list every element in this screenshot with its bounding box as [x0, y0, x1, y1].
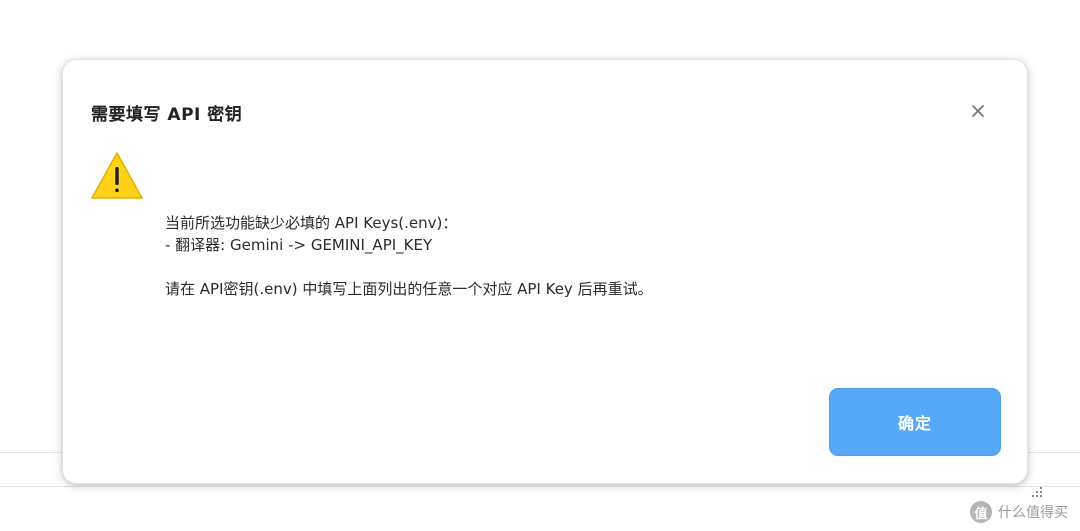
- message-line-missing-keys: 当前所选功能缺少必填的 API Keys(.env)：: [165, 214, 458, 232]
- message-instruction: 请在 API密钥(.env) 中填写上面列出的任意一个对应 API Key 后再…: [165, 280, 653, 298]
- watermark: 值 什么值得买: [970, 501, 1068, 523]
- dialog-message: 当前所选功能缺少必填的 API Keys(.env)： - 翻译器: Gemin…: [165, 212, 653, 300]
- background-divider: [0, 486, 1080, 487]
- warning-triangle-icon: [89, 150, 145, 202]
- close-button[interactable]: [965, 98, 991, 124]
- ok-button[interactable]: 确定: [829, 388, 1001, 456]
- watermark-text: 什么值得买: [998, 505, 1068, 521]
- close-icon: [972, 105, 984, 117]
- api-key-required-dialog: 需要填写 API 密钥 当前所选功能缺少必填的 API Keys(.env)： …: [62, 59, 1028, 484]
- watermark-logo: 值: [970, 501, 992, 523]
- message-line-translator: - 翻译器: Gemini -> GEMINI_API_KEY: [165, 236, 433, 254]
- dialog-title: 需要填写 API 密钥: [91, 105, 243, 125]
- resize-grip-icon[interactable]: [1032, 487, 1044, 499]
